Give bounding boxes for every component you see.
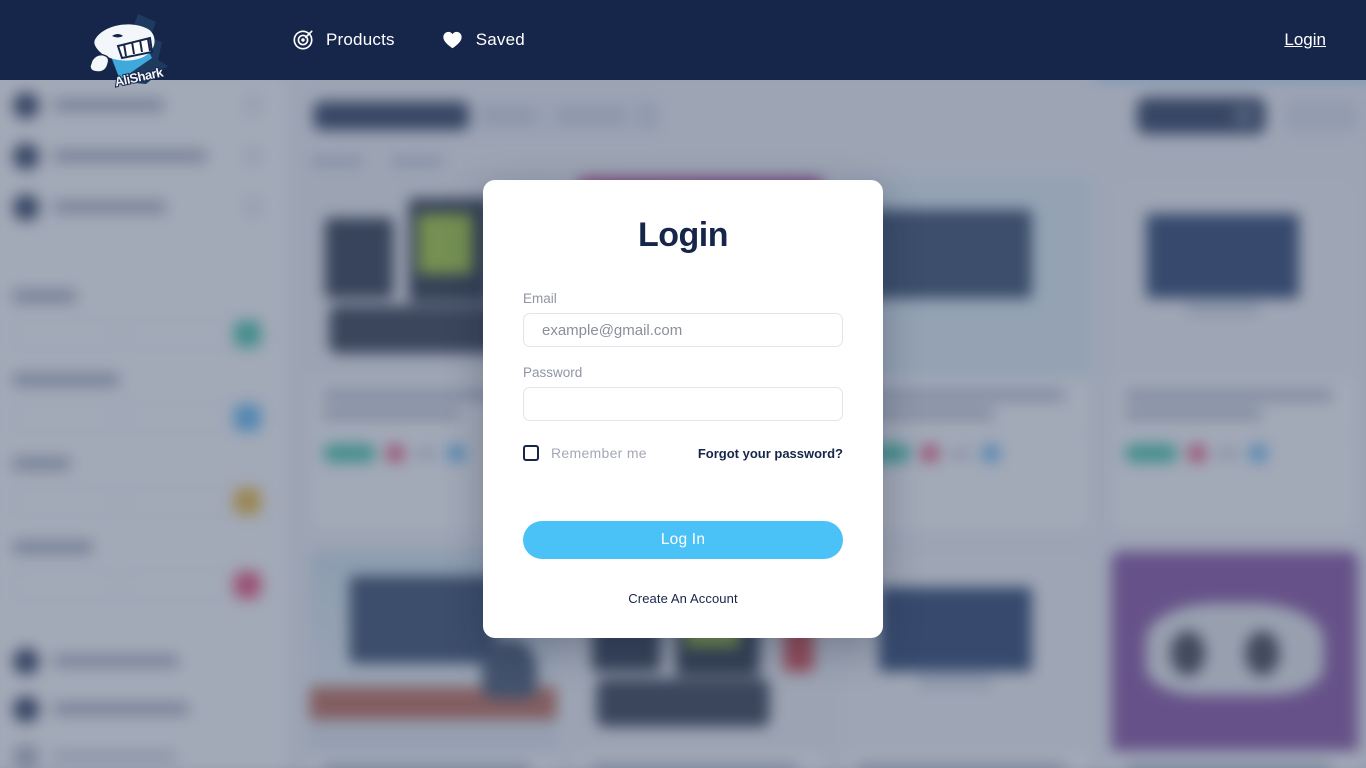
heart-icon (441, 29, 464, 51)
alishark-logo[interactable]: AliShark (84, 8, 180, 92)
password-label: Password (523, 365, 583, 380)
remember-me-checkbox[interactable] (523, 445, 539, 461)
top-navbar: AliShark Products Saved Login (0, 0, 1366, 90)
forgot-password-link[interactable]: Forgot your password? (698, 446, 843, 461)
nav-label-products: Products (326, 30, 395, 49)
nav-item-saved[interactable]: Saved (441, 29, 525, 51)
password-input[interactable] (523, 387, 843, 421)
nav-label-saved: Saved (475, 30, 525, 49)
nav-item-products[interactable]: Products (292, 29, 395, 51)
navbar-login-link[interactable]: Login (1284, 30, 1326, 50)
email-input[interactable] (523, 313, 843, 347)
login-submit-button[interactable]: Log In (523, 521, 843, 559)
main-nav: Products Saved (292, 29, 525, 51)
login-modal: Login Email Password Remember me Forgot … (483, 180, 883, 638)
target-icon (292, 29, 314, 51)
email-label: Email (523, 291, 557, 306)
login-modal-title: Login (637, 216, 729, 254)
create-account-link[interactable]: Create An Account (523, 591, 843, 606)
remember-me-label: Remember me (551, 445, 647, 461)
app-root: AliShark Products Saved Login Login Emai… (0, 0, 1366, 768)
remember-row: Remember me Forgot your password? (523, 445, 843, 461)
